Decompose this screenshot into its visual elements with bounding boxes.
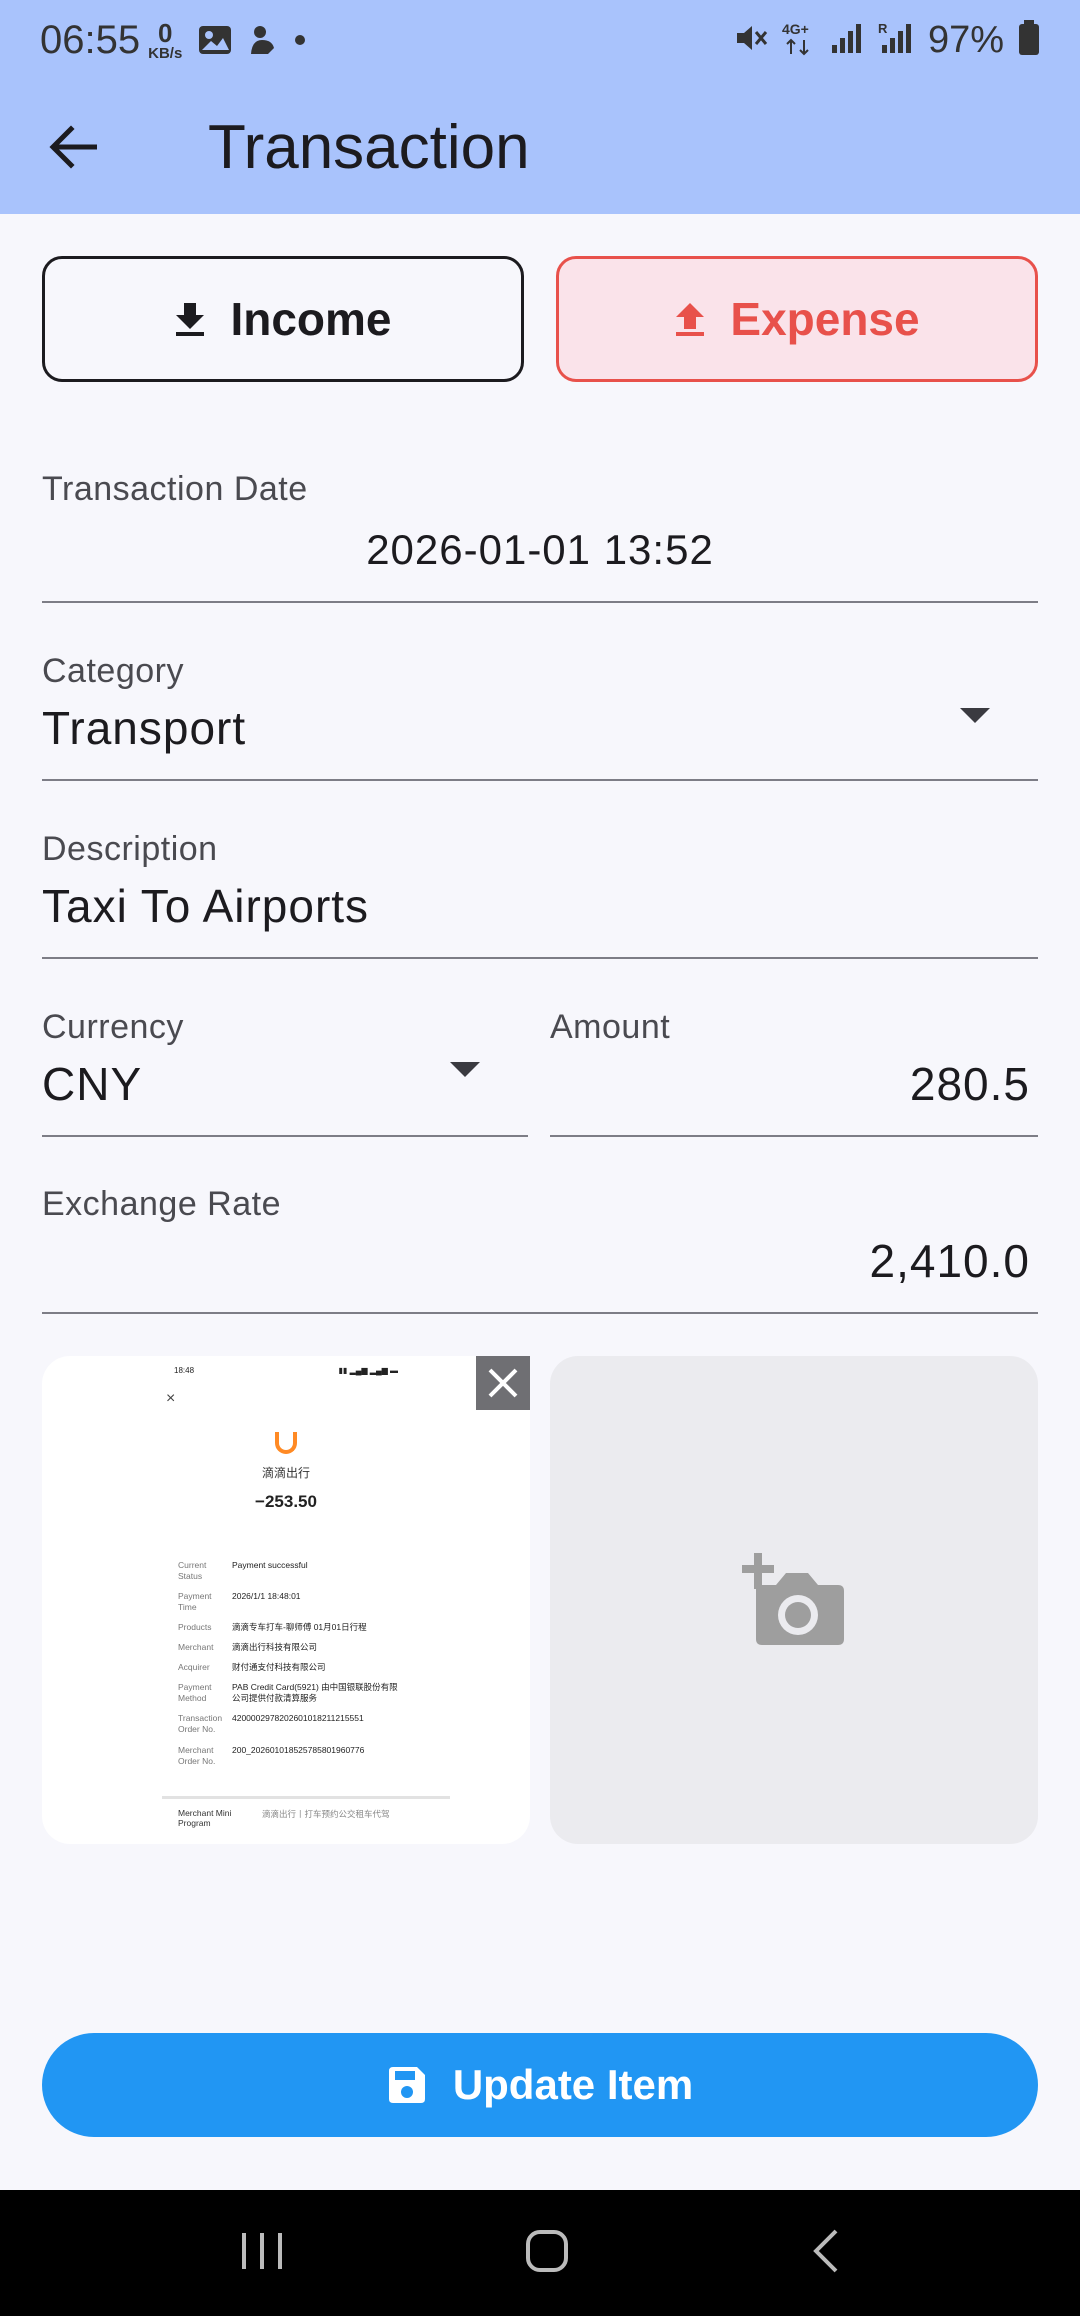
upload-icon	[676, 303, 705, 336]
dropdown-arrow-icon	[960, 708, 990, 723]
transaction-date-field[interactable]: Transaction Date 2026-01-01 13:52	[42, 470, 1038, 605]
chevron-left-icon	[812, 2229, 838, 2272]
app-bar: Transaction	[0, 80, 1080, 214]
network-4g-icon: 4G+	[782, 20, 816, 61]
net-speed-unit: KB/s	[148, 44, 183, 62]
update-item-label: Update Item	[452, 2061, 694, 2108]
arrow-left-icon	[49, 125, 97, 169]
net-speed-value: 0	[157, 17, 173, 48]
close-icon	[488, 1368, 518, 1398]
update-item-button[interactable]: Update Item	[42, 2033, 1038, 2137]
receipt-status-icons: ▮▮ ▂▄▆ ▂▄▆ ▬	[338, 1366, 398, 1375]
amount-value: 280.5	[909, 1058, 1030, 1110]
svg-text:4G+: 4G+	[782, 21, 809, 37]
exchange-rate-value: 2,410.0	[869, 1235, 1030, 1287]
receipt-close-icon: ×	[166, 1390, 176, 1407]
receipt-row: Current Status Payment successful	[178, 1560, 308, 1582]
receipt-row: Merchant Order No. 200_202601018525785801…	[178, 1744, 365, 1766]
battery-percentage: 97%	[927, 18, 1004, 61]
receipt-screenshot: 18:48 ▮▮ ▂▄▆ ▂▄▆ ▬ × 滴滴出行 −253.50 Curren…	[42, 1356, 530, 1844]
transaction-date-value: 2026-01-01 13:52	[366, 526, 714, 573]
signal-roaming-icon: R	[878, 21, 914, 60]
status-bar: 06:55 0 KB/s 4G+ R 97%	[0, 0, 1080, 80]
receipt-status-time: 18:48	[174, 1366, 195, 1375]
receipt-status-bar: 18:48 ▮▮ ▂▄▆ ▂▄▆ ▬	[42, 1366, 530, 1380]
field-underline	[42, 779, 1038, 781]
receipt-image-thumbnail[interactable]: 18:48 ▮▮ ▂▄▆ ▂▄▆ ▬ × 滴滴出行 −253.50 Curren…	[42, 1356, 530, 1844]
svg-text:R: R	[878, 21, 888, 36]
category-dropdown[interactable]: Category Transport	[42, 652, 1038, 783]
exchange-rate-label: Exchange Rate	[42, 1185, 281, 1223]
category-value: Transport	[42, 702, 247, 754]
income-button[interactable]: Income	[42, 256, 524, 382]
income-label: Income	[230, 293, 392, 345]
transaction-date-label: Transaction Date	[42, 470, 308, 508]
net-speed-indicator: 0 KB/s	[148, 20, 182, 61]
mute-icon	[734, 21, 768, 60]
page-title: Transaction	[208, 112, 530, 182]
system-navigation-bar	[0, 2190, 1080, 2316]
receipt-row: Merchant 滴滴出行科技有限公司	[178, 1642, 318, 1653]
dropdown-arrow-icon	[450, 1062, 480, 1077]
signal-strength-icon	[830, 21, 864, 60]
field-underline	[550, 1135, 1038, 1137]
remove-image-button[interactable]	[476, 1356, 530, 1410]
field-underline	[42, 1312, 1038, 1314]
recent-apps-button[interactable]	[240, 2231, 284, 2276]
receipt-divider	[162, 1796, 450, 1799]
exchange-rate-field[interactable]: Exchange Rate 2,410.0	[42, 1185, 1038, 1316]
description-value: Taxi To Airports	[42, 880, 370, 932]
amount-label: Amount	[550, 1008, 671, 1046]
add-photo-button[interactable]	[550, 1356, 1038, 1844]
app-notification-icon	[248, 24, 278, 56]
expense-button[interactable]: Expense	[556, 256, 1038, 382]
receipt-row: Payment Method PAB Credit Card(5921) 由中国银…	[178, 1682, 398, 1704]
field-underline	[42, 601, 1038, 603]
receipt-mini-program-row: Merchant Mini Program 滴滴出行丨打车预约公交租车代驾	[178, 1808, 390, 1828]
home-button[interactable]	[525, 2229, 569, 2278]
receipt-amount: −253.50	[255, 1492, 317, 1511]
add-a-photo-icon	[742, 1553, 844, 1645]
receipt-details: Current Status Payment successful Payment…	[178, 1560, 398, 1776]
receipt-row: Payment Time 2026/1/1 18:48:01	[178, 1591, 301, 1613]
status-time: 06:55	[40, 17, 141, 62]
back-button[interactable]	[18, 92, 128, 202]
receipt-row: Acquirer 财付通支付科技有限公司	[178, 1662, 326, 1673]
home-icon	[525, 2229, 568, 2272]
receipt-merchant-name: 滴滴出行	[261, 1466, 310, 1480]
didi-logo-icon	[275, 1432, 297, 1454]
gallery-icon	[198, 25, 232, 55]
currency-dropdown[interactable]: Currency CNY	[42, 1008, 528, 1139]
field-underline	[42, 1135, 528, 1137]
nav-back-button[interactable]	[810, 2228, 840, 2279]
recent-apps-icon	[242, 2232, 283, 2269]
currency-label: Currency	[42, 1008, 184, 1046]
field-underline	[42, 957, 1038, 959]
save-icon	[388, 2067, 425, 2103]
download-icon	[176, 303, 205, 336]
expense-label: Expense	[730, 293, 920, 345]
description-label: Description	[42, 830, 218, 868]
notification-dot-icon	[294, 34, 306, 46]
receipt-row: Transaction Order No. 4200002978202601018…	[178, 1713, 364, 1735]
battery-icon	[1018, 19, 1040, 61]
description-field[interactable]: Description Taxi To Airports	[42, 830, 1038, 961]
receipt-row: Products 滴滴专车打车-聊师傅 01月01日行程	[178, 1622, 367, 1633]
category-label: Category	[42, 652, 184, 690]
amount-field[interactable]: Amount 280.5	[550, 1008, 1038, 1139]
